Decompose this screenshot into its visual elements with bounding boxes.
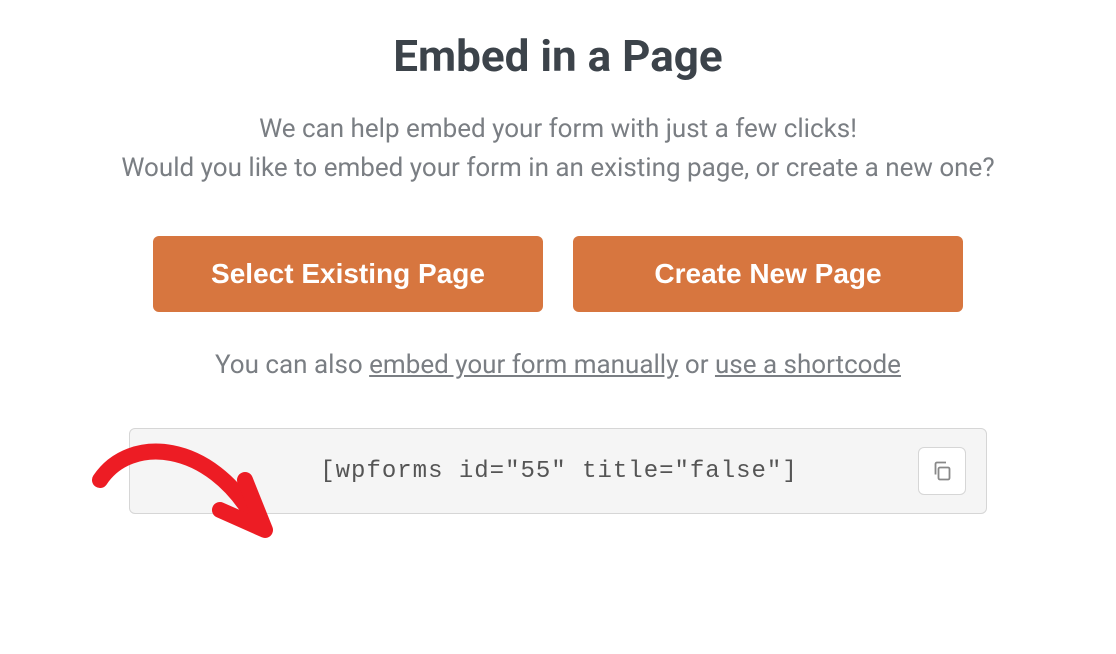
helper-text: You can also embed your form manually or…: [215, 350, 901, 380]
select-existing-page-button[interactable]: Select Existing Page: [153, 236, 543, 312]
button-row: Select Existing Page Create New Page: [153, 236, 963, 312]
shortcode-box: [wpforms id="55" title="false"]: [129, 428, 987, 514]
shortcode-text: [wpforms id="55" title="false"]: [150, 458, 918, 485]
copy-shortcode-button[interactable]: [918, 447, 966, 495]
embed-manually-link[interactable]: embed your form manually: [369, 350, 678, 380]
helper-prefix: You can also: [215, 350, 369, 380]
subheading-text: We can help embed your form with just a …: [121, 110, 994, 188]
helper-middle: or: [678, 350, 715, 380]
copy-icon: [930, 459, 954, 483]
create-new-page-button[interactable]: Create New Page: [573, 236, 963, 312]
use-shortcode-link[interactable]: use a shortcode: [715, 350, 901, 380]
page-title: Embed in a Page: [393, 30, 722, 82]
